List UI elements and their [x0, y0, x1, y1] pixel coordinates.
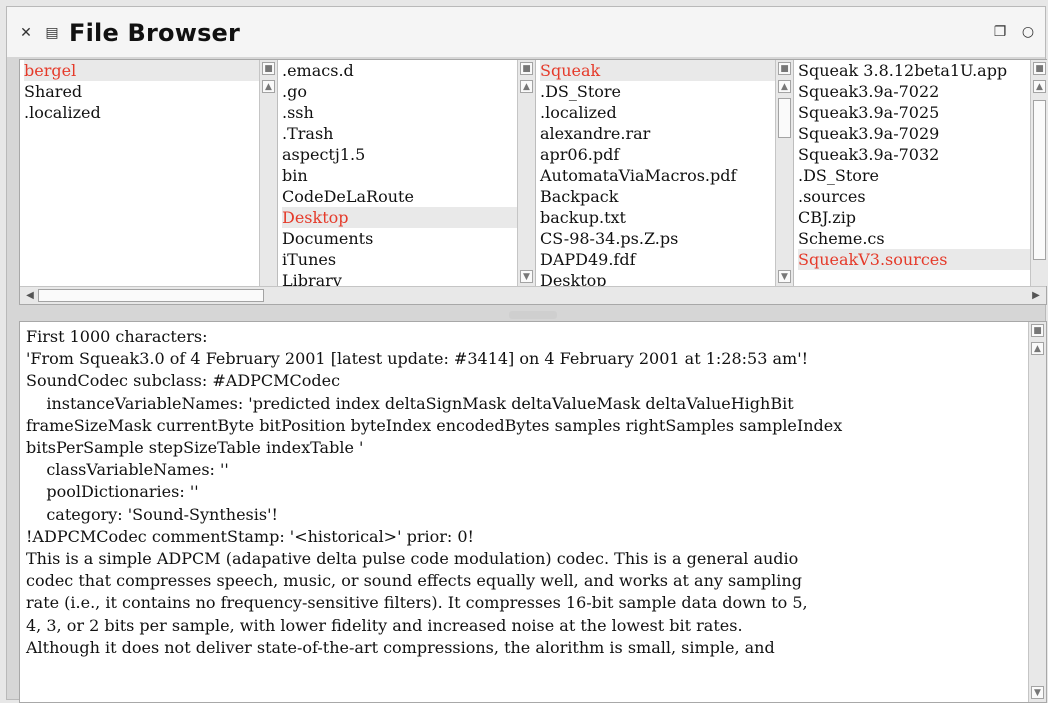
vertical-scrollbar-4[interactable]: ■ ▲: [1030, 60, 1048, 286]
file-content-text: First 1000 characters: 'From Squeak3.0 of…: [26, 326, 1024, 659]
list-item[interactable]: apr06.pdf: [540, 144, 775, 165]
expand-icon[interactable]: ○: [1019, 23, 1037, 41]
directory-pane-area: bergel Shared .localized ■ ▲ .emacs.d .go .s…: [19, 59, 1048, 305]
list-item[interactable]: Desktop: [540, 270, 775, 286]
content-line: category: 'Sound-Synthesis'!: [26, 504, 278, 524]
content-line: Although it does not deliver state-of-th…: [26, 637, 775, 657]
list-item[interactable]: iTunes: [282, 249, 517, 270]
scroll-bottom-icon[interactable]: ▼: [520, 270, 533, 283]
list-item[interactable]: SqueakV3.sources: [798, 249, 1030, 270]
list-item[interactable]: .localized: [540, 102, 775, 123]
content-line: This is a simple ADPCM (adapative delta …: [26, 549, 799, 569]
list-items-4: Squeak 3.8.12beta1U.app Squeak3.9a-7022 Sq…: [794, 60, 1030, 270]
list-item[interactable]: bergel: [24, 60, 259, 81]
list-item[interactable]: Shared: [24, 81, 259, 102]
list-item[interactable]: Squeak3.9a-7025: [798, 102, 1030, 123]
file-browser-window: ✕ ▤ File Browser ❐ ○ bergel Shared .locali…: [6, 6, 1048, 703]
scroll-up-icon[interactable]: ■: [1033, 62, 1046, 75]
list-item[interactable]: .ssh: [282, 102, 517, 123]
list-item[interactable]: Library: [282, 270, 517, 286]
scroll-up-icon[interactable]: ■: [778, 62, 791, 75]
list-item[interactable]: alexandre.rar: [540, 123, 775, 144]
list-item[interactable]: bin: [282, 165, 517, 186]
window-titlebar[interactable]: ✕ ▤ File Browser ❐ ○: [7, 7, 1045, 57]
list-item[interactable]: .emacs.d: [282, 60, 517, 81]
title-left-group: ✕ ▤ File Browser: [17, 19, 240, 47]
list-item[interactable]: Desktop: [282, 207, 517, 228]
list-item[interactable]: .localized: [24, 102, 259, 123]
list-items-3: Squeak .DS_Store .localized alexandre.rar ap…: [536, 60, 775, 286]
scroll-down-icon[interactable]: ▲: [520, 80, 533, 93]
list-item[interactable]: Squeak3.9a-7029: [798, 123, 1030, 144]
vertical-scrollbar-1[interactable]: ■ ▲: [259, 60, 277, 286]
list-item[interactable]: CBJ.zip: [798, 207, 1030, 228]
list-item[interactable]: Squeak: [540, 60, 775, 81]
scroll-down-icon[interactable]: ▲: [262, 80, 275, 93]
scroll-down-icon[interactable]: ▲: [778, 80, 791, 93]
list-item[interactable]: .DS_Store: [540, 81, 775, 102]
content-line: poolDictionaries: '': [26, 482, 199, 502]
directory-list-3[interactable]: Squeak .DS_Store .localized alexandre.rar ap…: [536, 60, 794, 286]
content-line: 'From Squeak3.0 of 4 February 2001 [late…: [26, 349, 809, 369]
list-items-1: bergel Shared .localized: [20, 60, 259, 123]
horizontal-scrollbar[interactable]: ◀ ▶: [20, 286, 1046, 304]
content-line: instanceVariableNames: 'predicted index …: [26, 393, 794, 413]
vertical-scrollbar-3[interactable]: ■ ▲ ▼: [775, 60, 793, 286]
list-item[interactable]: .Trash: [282, 123, 517, 144]
list-item[interactable]: CS-98-34.ps.Z.ps: [540, 228, 775, 249]
scroll-up-icon[interactable]: ■: [262, 62, 275, 75]
pane-splitter-handle[interactable]: [509, 311, 557, 319]
content-line: rate (i.e., it contains no frequency-sen…: [26, 593, 808, 613]
content-line: First 1000 characters:: [26, 327, 208, 346]
list-item[interactable]: Documents: [282, 228, 517, 249]
menu-icon[interactable]: ▤: [43, 24, 61, 42]
window-title: File Browser: [69, 19, 241, 47]
list-item[interactable]: .DS_Store: [798, 165, 1030, 186]
list-item[interactable]: .go: [282, 81, 517, 102]
scroll-down-icon[interactable]: ▲: [1031, 342, 1044, 355]
list-item[interactable]: CodeDeLaRoute: [282, 186, 517, 207]
scroll-left-icon[interactable]: ◀: [23, 289, 37, 302]
scroll-bottom-icon[interactable]: ▼: [1031, 686, 1044, 699]
scroll-thumb[interactable]: [778, 98, 791, 138]
content-line: SoundCodec subclass: #ADPCMCodec: [26, 371, 341, 391]
list-item[interactable]: Squeak3.9a-7022: [798, 81, 1030, 102]
content-line: 4, 3, or 2 bits per sample, with lower f…: [26, 615, 743, 635]
scroll-bottom-icon[interactable]: ▼: [778, 270, 791, 283]
scroll-up-icon[interactable]: ■: [520, 62, 533, 75]
vertical-scrollbar-2[interactable]: ■ ▲ ▼: [517, 60, 535, 286]
collapse-icon[interactable]: ❐: [991, 23, 1009, 41]
directory-list-2[interactable]: .emacs.d .go .ssh .Trash aspectj1.5 bin CodeDe…: [278, 60, 536, 286]
file-content-pane[interactable]: First 1000 characters: 'From Squeak3.0 of…: [19, 321, 1047, 703]
list-item[interactable]: .sources: [798, 186, 1030, 207]
list-item[interactable]: backup.txt: [540, 207, 775, 228]
list-item[interactable]: DAPD49.fdf: [540, 249, 775, 270]
close-icon[interactable]: ✕: [17, 24, 35, 42]
list-item[interactable]: Scheme.cs: [798, 228, 1030, 249]
list-item[interactable]: Backpack: [540, 186, 775, 207]
scroll-right-icon[interactable]: ▶: [1029, 289, 1043, 302]
content-line: bitsPerSample stepSizeTable indexTable ': [26, 438, 364, 458]
horizontal-scroll-thumb[interactable]: [38, 289, 264, 302]
list-item[interactable]: Squeak 3.8.12beta1U.app: [798, 60, 1030, 81]
scroll-thumb[interactable]: [1033, 100, 1046, 260]
title-right-group: ❐ ○: [991, 23, 1037, 41]
list-item[interactable]: AutomataViaMacros.pdf: [540, 165, 775, 186]
directory-list-1[interactable]: bergel Shared .localized ■ ▲: [20, 60, 278, 286]
list-item[interactable]: aspectj1.5: [282, 144, 517, 165]
list-items-2: .emacs.d .go .ssh .Trash aspectj1.5 bin CodeDe…: [278, 60, 517, 286]
content-line: frameSizeMask currentByte bitPosition by…: [26, 415, 843, 435]
content-line: classVariableNames: '': [26, 460, 229, 480]
list-item[interactable]: Squeak3.9a-7032: [798, 144, 1030, 165]
content-line: !ADPCMCodec commentStamp: '<historical>'…: [26, 526, 474, 546]
content-line: codec that compresses speech, music, or …: [26, 571, 802, 591]
scroll-up-icon[interactable]: ■: [1031, 324, 1044, 337]
directory-list-4[interactable]: Squeak 3.8.12beta1U.app Squeak3.9a-7022 Sq…: [794, 60, 1048, 286]
content-vertical-scrollbar[interactable]: ■ ▲ ▼: [1028, 322, 1046, 702]
scroll-down-icon[interactable]: ▲: [1033, 80, 1046, 93]
